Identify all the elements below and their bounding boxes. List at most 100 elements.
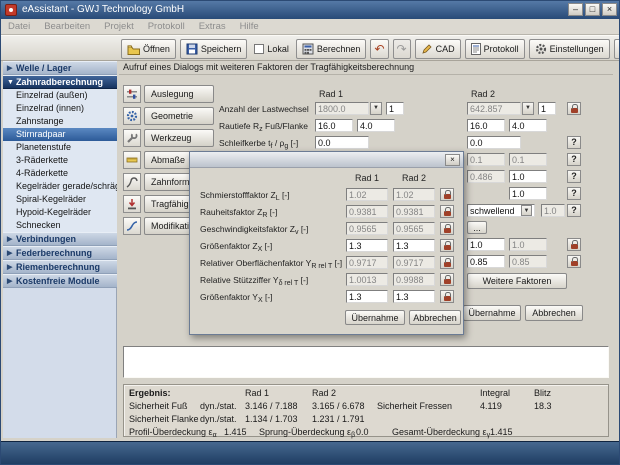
load-type-select[interactable]: schwellend ▼ [467,204,535,217]
nav-icon-abmasse[interactable] [123,151,141,169]
cad-button[interactable]: CAD [414,39,461,59]
partial-b-help-button[interactable]: ? [567,170,581,183]
nav-icon-werkzeug[interactable] [123,129,141,147]
groessenfaktor-yx-rad2-field[interactable] [393,290,435,303]
oberflaechenfaktor-rad2-field[interactable] [393,256,435,269]
geschwindigkeitsfaktor-rad1-field[interactable] [346,222,388,235]
detail-dots-button[interactable]: ... [467,221,487,234]
dialog-close-button[interactable]: × [445,154,460,166]
minimize-button[interactable]: – [568,3,583,16]
nav-icon-geometrie[interactable] [123,107,141,125]
lastwechsel-lock-button[interactable] [567,102,581,115]
partial-a-help-button[interactable]: ? [567,153,581,166]
rauheitsfaktor-rad2-field[interactable] [393,205,435,218]
nav-icon-zahnform[interactable] [123,173,141,191]
stuetzziffer-lock-button[interactable] [440,273,454,286]
sidebar-section-verbindungen[interactable]: ▶ Verbindungen [3,232,117,246]
nav-icon-modifikationen[interactable] [123,217,141,235]
nav-icon-tragfaehigkeit[interactable] [123,195,141,213]
oberflaechenfaktor-rad1-field[interactable] [346,256,388,269]
sidebar-item-planetenstufe[interactable]: Planetenstufe [3,141,117,154]
partial-a-rad2-field-2[interactable] [509,153,547,166]
sidebar-item-stirnradpaar[interactable]: Stirnradpaar [3,128,117,141]
dialog-abbrechen-button[interactable]: Abbrechen [409,310,461,325]
lastwechsel-rad2-field[interactable] [467,102,521,115]
geschwindigkeitsfaktor-rad2-field[interactable] [393,222,435,235]
stuetzziffer-rad2-field[interactable] [393,273,435,286]
lokal-checkbox[interactable] [254,44,265,54]
sidebar-item-3-raederkette[interactable]: 3-Räderkette [3,154,117,167]
calculate-button[interactable]: Berechnen [295,39,367,59]
weitere-faktoren-button[interactable]: Weitere Faktoren [467,273,567,289]
menu-protokoll[interactable]: Protokoll [141,21,192,32]
partial-d-help-button[interactable]: ? [567,204,581,217]
schmierstofffaktor-rad2-field[interactable] [393,188,435,201]
help-button[interactable]: Hilfe [613,39,619,59]
protocol-button[interactable]: Protokoll [464,39,525,59]
maximize-button[interactable]: □ [585,3,600,16]
rautiefe-rad2-fuss-field[interactable] [467,119,505,132]
save-button[interactable]: Speichern [179,39,248,59]
partial-e-field-2[interactable] [509,238,547,251]
settings-button[interactable]: Einstellungen [528,39,610,59]
undo-button[interactable]: ↶ [370,39,389,59]
schmierstofffaktor-lock-button[interactable] [440,188,454,201]
close-button[interactable]: × [602,3,617,16]
partial-c-help-button[interactable]: ? [567,187,581,200]
rautiefe-rad2-flanke-field[interactable] [509,119,547,132]
form-abbrechen-button[interactable]: Abbrechen [525,305,583,321]
sidebar-item-spiral-kegelraeder[interactable]: Spiral-Kegelräder [3,193,117,206]
stuetzziffer-rad1-field[interactable] [346,273,388,286]
dialog-titlebar[interactable]: × [190,152,463,168]
partial-a-rad2-field-1[interactable] [467,153,505,166]
schleifkerbe-rad2-field[interactable] [467,136,521,149]
partial-f-field-1[interactable] [467,255,505,268]
open-button[interactable]: Öffnen [121,39,176,59]
partial-c-field[interactable] [509,187,547,200]
sidebar-item-einzelrad-aussen[interactable]: Einzelrad (außen) [3,89,117,102]
rauheitsfaktor-rad1-field[interactable] [346,205,388,218]
lastwechsel-rad1-mult-field[interactable] [386,102,404,115]
rautiefe-rad1-flanke-field[interactable] [357,119,395,132]
lastwechsel-rad2-dropdown[interactable]: ▼ [522,102,534,115]
groessenfaktor-yx-rad1-field[interactable] [346,290,388,303]
partial-e-field-1[interactable] [467,238,505,251]
menu-bearbeiten[interactable]: Bearbeiten [37,21,97,32]
sidebar-item-hypoid-kegelraeder[interactable]: Hypoid-Kegelräder [3,206,117,219]
partial-b-field-2[interactable] [509,170,547,183]
menu-datei[interactable]: Datei [1,21,37,32]
sidebar-item-kegelraeder[interactable]: Kegelräder gerade/schräg [3,180,117,193]
form-uebernahme-button[interactable]: Übernahme [463,305,521,321]
lastwechsel-rad2-mult-field[interactable] [538,102,556,115]
partial-d-field[interactable] [541,204,565,217]
rautiefe-rad1-fuss-field[interactable] [315,119,353,132]
partial-e-lock-button[interactable] [567,238,581,251]
schleifkerbe-help-button[interactable]: ? [567,136,581,149]
sidebar-section-federberechnung[interactable]: ▶ Federberechnung [3,246,117,260]
groessenfaktor-zx-rad1-field[interactable] [346,239,388,252]
geschwindigkeitsfaktor-lock-button[interactable] [440,222,454,235]
schleifkerbe-rad1-field[interactable] [315,136,369,149]
sidebar-section-welle-lager[interactable]: ▶ Welle / Lager [3,61,117,75]
groessenfaktor-zx-lock-button[interactable] [440,239,454,252]
lastwechsel-rad1-dropdown[interactable]: ▼ [370,102,382,115]
oberflaechenfaktor-lock-button[interactable] [440,256,454,269]
rauheitsfaktor-lock-button[interactable] [440,205,454,218]
schmierstofffaktor-rad1-field[interactable] [346,188,388,201]
sidebar-section-riemenberechnung[interactable]: ▶ Riemenberechnung [3,260,117,274]
sidebar-item-einzelrad-innen[interactable]: Einzelrad (innen) [3,102,117,115]
sidebar-item-schnecken[interactable]: Schnecken [3,219,117,232]
partial-f-lock-button[interactable] [567,255,581,268]
partial-f-field-2[interactable] [509,255,547,268]
nav-button-werkzeug[interactable]: Werkzeug [144,129,214,147]
sidebar-item-4-raederkette[interactable]: 4-Räderkette [3,167,117,180]
menu-hilfe[interactable]: Hilfe [233,21,266,32]
groessenfaktor-yx-lock-button[interactable] [440,290,454,303]
menu-projekt[interactable]: Projekt [97,21,141,32]
lastwechsel-rad1-field[interactable] [315,102,369,115]
partial-b-field-1[interactable] [467,170,505,183]
nav-button-auslegung[interactable]: Auslegung [144,85,214,103]
groessenfaktor-zx-rad2-field[interactable] [393,239,435,252]
redo-button[interactable]: ↷ [392,39,411,59]
sidebar-item-zahnstange[interactable]: Zahnstange [3,115,117,128]
